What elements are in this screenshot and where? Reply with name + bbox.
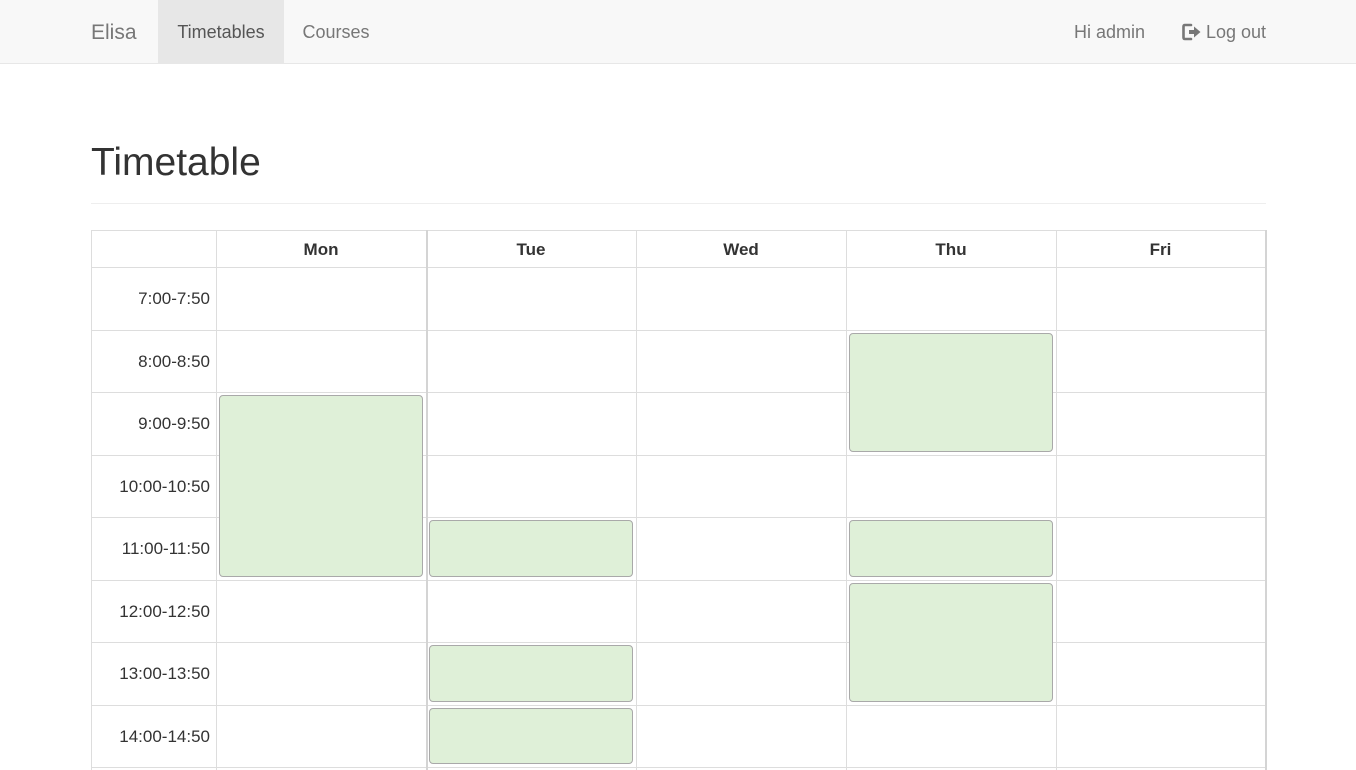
sign-out-icon — [1182, 3, 1202, 41]
time-slot-label: 11:00-11:50 — [121, 539, 210, 558]
time-slot-label: 10:00-10:50 — [119, 477, 210, 496]
grid-row-line — [91, 767, 1266, 768]
brand-link[interactable]: Elisa — [91, 0, 137, 63]
grid-column-line — [1056, 230, 1057, 770]
grid-column-line — [636, 230, 637, 770]
time-slot-label: 13:00-13:50 — [119, 664, 210, 683]
timetable-grid: Mon Tue Wed Thu Fri 7:00-7:50 8:00-8:50 9:00-9… — [91, 230, 1267, 770]
grid-row-line — [91, 580, 1266, 581]
nav-item-courses[interactable]: Courses — [284, 0, 388, 63]
timetable-event-mon[interactable] — [219, 395, 423, 577]
day-header-tue: Tue — [516, 240, 546, 259]
timetable-event-tue[interactable] — [429, 645, 633, 702]
logout-button[interactable]: Log out — [1163, 0, 1285, 63]
grid-row-line — [91, 392, 1266, 393]
top-navbar: Elisa Timetables Courses Hi admin Log ou… — [0, 0, 1356, 64]
grid-row-line — [91, 330, 1266, 331]
title-divider — [91, 203, 1266, 204]
day-header-mon: Mon — [303, 240, 339, 259]
grid-column-line — [846, 230, 847, 770]
grid-column-line — [1265, 230, 1267, 770]
nav-item-timetables[interactable]: Timetables — [158, 0, 284, 63]
grid-row-line — [91, 705, 1266, 706]
timetable-event-tue[interactable] — [429, 708, 633, 764]
time-slot-label: 8:00-8:50 — [138, 352, 210, 371]
timetable-event-thu[interactable] — [849, 333, 1053, 452]
day-header-thu: Thu — [935, 240, 967, 259]
timetable-event-thu[interactable] — [849, 583, 1053, 702]
time-slot-label: 14:00-14:50 — [119, 727, 210, 746]
timetable-event-tue[interactable] — [429, 520, 633, 577]
grid-column-line — [216, 230, 217, 770]
day-header-fri: Fri — [1149, 240, 1172, 259]
time-slot-label: 12:00-12:50 — [119, 602, 210, 621]
grid-column-line — [426, 230, 428, 770]
page-title: Timetable — [91, 141, 261, 184]
time-slot-label: 9:00-9:50 — [138, 414, 210, 433]
user-greeting-link[interactable]: Hi admin — [1056, 0, 1163, 63]
day-header-wed: Wed — [723, 240, 759, 259]
time-slot-label: 7:00-7:50 — [138, 289, 210, 308]
grid-row-line — [91, 642, 1266, 643]
timetable-event-thu[interactable] — [849, 520, 1053, 577]
logout-label: Log out — [1205, 22, 1267, 42]
grid-row-line — [91, 267, 1266, 268]
